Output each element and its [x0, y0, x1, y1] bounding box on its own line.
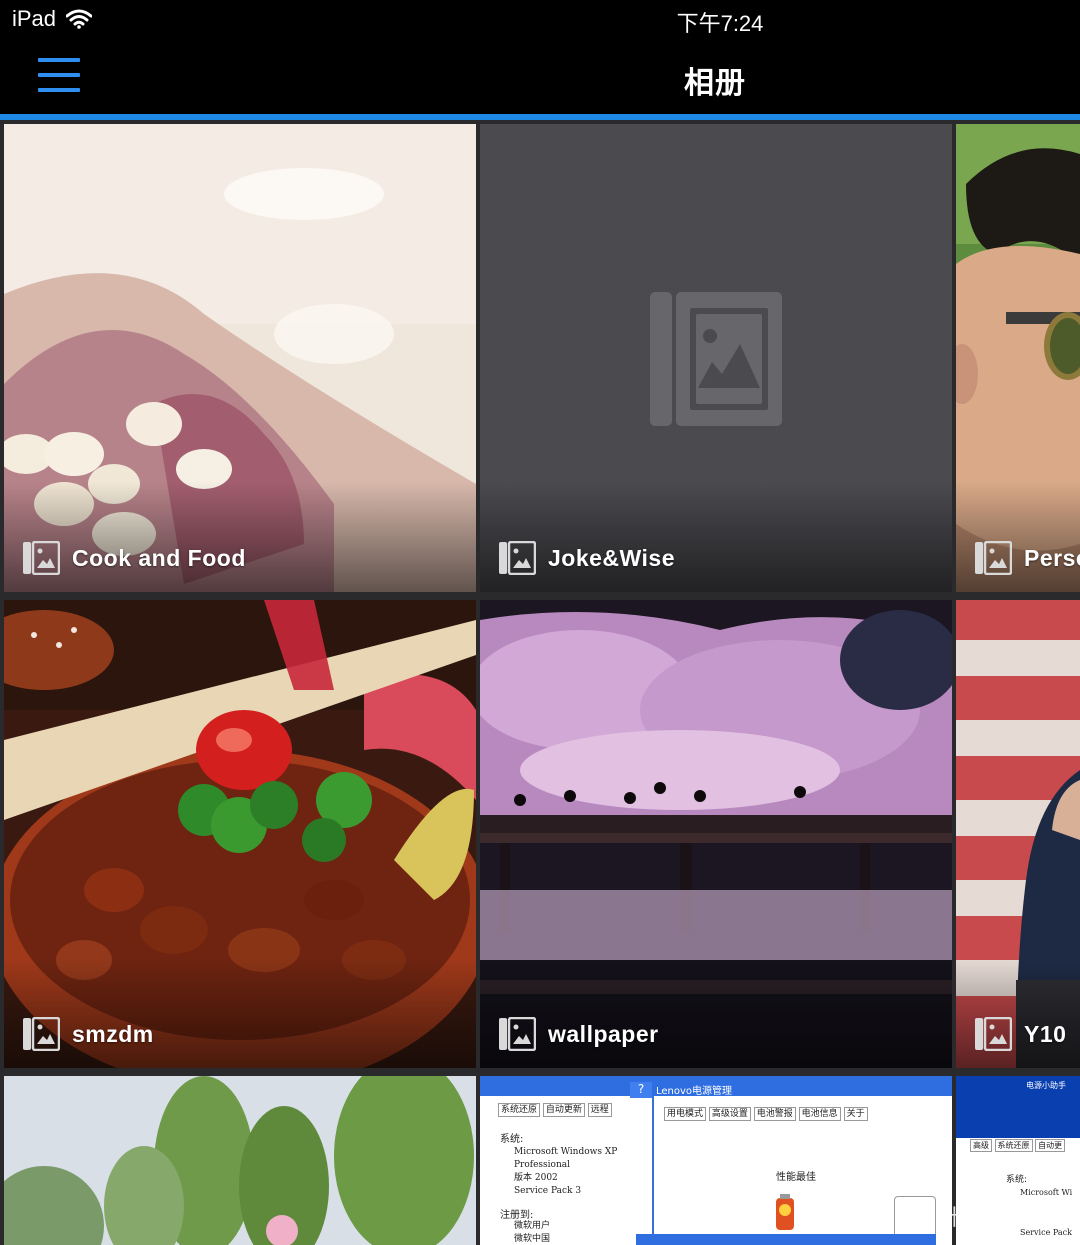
system-label: 系统: — [500, 1134, 524, 1145]
album-caption: Cook and Food — [22, 538, 246, 578]
album-tile-perso[interactable]: Perso — [956, 124, 1080, 592]
status-bar: iPad 下午7:24 — [0, 0, 1080, 40]
album-name: Cook and Food — [72, 544, 246, 571]
tab-label: 关于 — [843, 1107, 868, 1121]
tab-label: 电池信息 — [798, 1107, 841, 1121]
tab-label: 自动更 — [1035, 1139, 1066, 1152]
tab-label: 电池警报 — [753, 1107, 796, 1121]
status-time: 下午7:24 — [676, 11, 764, 36]
album-tile-cook-and-food[interactable]: Cook and Food — [4, 124, 476, 592]
battery-icon — [776, 1194, 794, 1230]
os-line: Service Pack 3 — [514, 1186, 582, 1196]
album-icon — [23, 1017, 60, 1051]
registered-line: 微软用户 — [514, 1221, 551, 1231]
album-name: Perso — [1024, 544, 1080, 571]
album-tile-joke-and-wise[interactable]: Joke&Wise — [480, 124, 952, 592]
mode-label: 性能最佳 — [776, 1172, 816, 1183]
album-caption: Joke&Wise — [498, 538, 675, 578]
album-name: wallpaper — [548, 1020, 659, 1047]
tab-label: 远程 — [587, 1103, 612, 1117]
tab-label: 高级 — [970, 1139, 992, 1152]
tab-label: 高级设置 — [708, 1107, 751, 1121]
os-line: Microsoft Wi — [1020, 1188, 1073, 1197]
album-icon — [23, 541, 60, 575]
tab-label: 系统还原 — [498, 1103, 541, 1117]
trees-in-park-photo — [4, 1076, 476, 1245]
album-caption: smzdm — [22, 1014, 154, 1054]
os-line: 版本 2002 — [514, 1173, 558, 1183]
registered-line: 微软中国 — [514, 1234, 551, 1244]
album-tile-y10[interactable]: Y10 — [956, 600, 1080, 1068]
tab-label: 用电模式 — [664, 1107, 707, 1121]
album-tile-trees[interactable] — [4, 1076, 476, 1245]
album-tile-wallpaper[interactable]: wallpaper — [480, 600, 952, 1068]
window-title: Lenovo电源管理 — [656, 1086, 733, 1097]
album-grid: Cook and Food Joke&Wise Pers smzdm wallp… — [0, 120, 1080, 1245]
album-tile-smzdm[interactable]: smzdm — [4, 600, 476, 1068]
tab-label: 系统还原 — [994, 1139, 1033, 1152]
album-icon — [975, 1017, 1012, 1051]
album-tile-lenovo-screenshot[interactable]: ? Lenovo电源管理 系统还原 自动更新 远程 系统: Microsoft … — [480, 1076, 952, 1245]
system-label: 系统: — [1006, 1175, 1028, 1185]
registered-label: 注册到: — [500, 1210, 534, 1221]
album-icon — [499, 541, 536, 575]
album-icon — [975, 541, 1012, 575]
album-name: Y10 — [1024, 1020, 1067, 1047]
album-caption: Perso — [974, 538, 1080, 578]
navigation-bar: 相册 — [0, 40, 1080, 114]
album-name: smzdm — [72, 1020, 154, 1047]
album-icon — [499, 1017, 536, 1051]
album-caption: Y10 — [974, 1014, 1066, 1054]
assistant-label: 电源小助手 — [1026, 1081, 1066, 1090]
album-caption: wallpaper — [498, 1014, 659, 1054]
lenovo-power-manager-screenshot: ? Lenovo电源管理 系统还原 自动更新 远程 系统: Microsoft … — [480, 1076, 952, 1245]
site-watermark: 值 什么值得买 — [912, 1205, 1051, 1230]
album-name: Joke&Wise — [548, 544, 676, 571]
tab-label: 自动更新 — [542, 1103, 585, 1117]
placeholder-image-icon — [650, 292, 782, 426]
os-line: Professional — [514, 1160, 571, 1170]
os-line: Microsoft Windows XP — [514, 1147, 618, 1157]
page-title: 相册 — [684, 67, 746, 100]
